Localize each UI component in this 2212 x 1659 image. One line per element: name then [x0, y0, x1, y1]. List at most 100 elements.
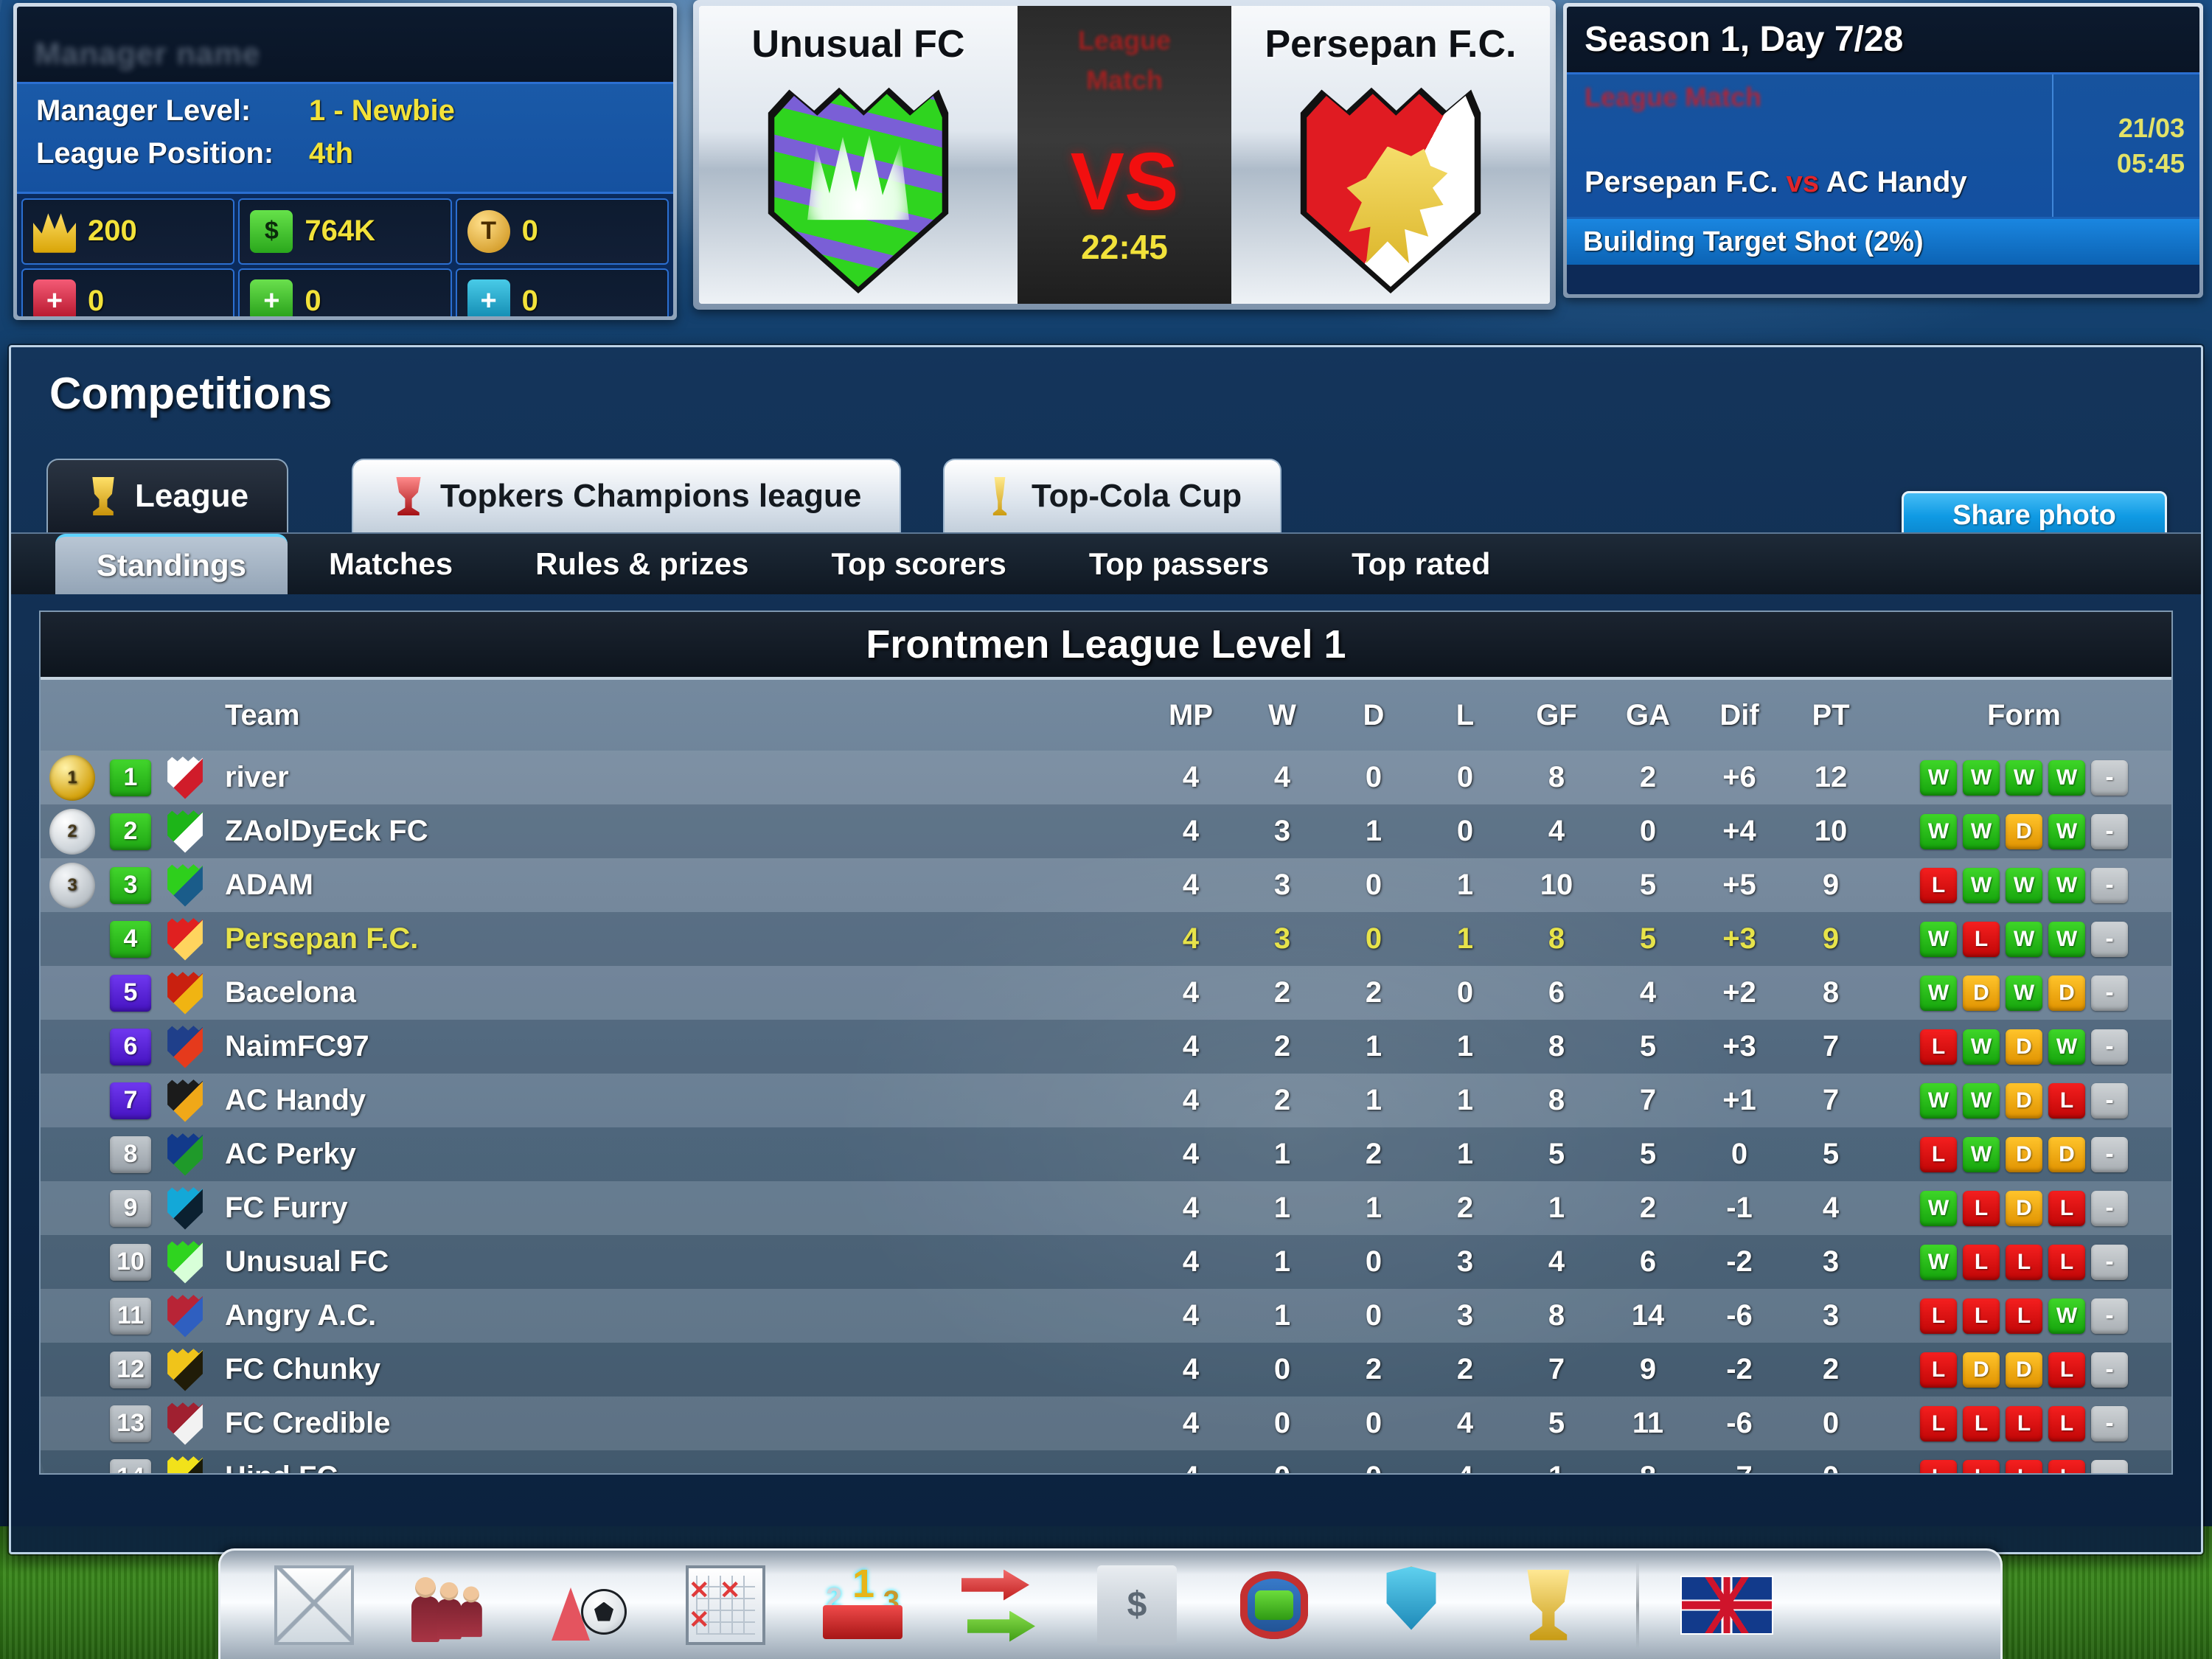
toolbar-transfers[interactable]	[931, 1557, 1068, 1653]
season-progress-bar[interactable]: Building Target Shot (2%)	[1567, 219, 2199, 265]
col-ga: GA	[1626, 698, 1670, 731]
form-chip-n: -	[2091, 1244, 2128, 1280]
form-chip-w: W	[1963, 1082, 2000, 1119]
rank-chip: 10	[110, 1243, 151, 1281]
cell-ga: 5	[1639, 1030, 1657, 1062]
rank-medal-cell	[41, 1235, 104, 1289]
league-title-bar: Frontmen League Level 1	[41, 612, 2171, 680]
table-row[interactable]: 13 FC Credible 4 0 0 4 5 11 -6 0 L L L L -	[41, 1397, 2171, 1450]
form-chip-d: D	[2006, 1136, 2042, 1172]
resource-green-kit[interactable]: + 0	[238, 268, 452, 316]
cell-d: 0	[1365, 869, 1382, 901]
team-name[interactable]: FC Chunky	[213, 1343, 1145, 1397]
rank-cell: 14	[104, 1450, 157, 1473]
cell-d: 1	[1365, 815, 1382, 847]
team-name[interactable]: Bacelona	[213, 966, 1145, 1020]
tab-top-passers[interactable]: Top passers	[1048, 534, 1310, 594]
resource-token[interactable]: T 0	[455, 198, 669, 265]
resource-cash[interactable]: $ 764K	[238, 198, 452, 265]
team-name[interactable]: Angry A.C.	[213, 1289, 1145, 1343]
toolbar-standings[interactable]: 213	[794, 1557, 931, 1653]
cell-gf: 8	[1548, 922, 1565, 955]
toolbar-inbox[interactable]	[246, 1557, 383, 1653]
cell-l: 4	[1419, 1450, 1511, 1473]
toolbar-club[interactable]	[1343, 1557, 1480, 1653]
form-chip-n: -	[2091, 1136, 2128, 1172]
tab-top-cola-cup-label: Top-Cola Cup	[1032, 478, 1242, 514]
resource-crown[interactable]: 200	[21, 198, 235, 265]
season-event[interactable]: League Match Persepan F.C. vs AC Handy	[1567, 74, 2052, 217]
cell-dif: +1	[1722, 1084, 1756, 1116]
cell-pt: 9	[1822, 922, 1840, 955]
form-chip-w: W	[1963, 867, 2000, 903]
team-name[interactable]: river	[213, 751, 1145, 804]
table-row[interactable]: 3 3 ADAM 4 3 0 1 10 5 +5 9 L W W W -	[41, 858, 2171, 912]
table-row[interactable]: 8 AC Perky 4 1 2 1 5 5 0 5 L W D D -	[41, 1127, 2171, 1181]
team-name[interactable]: Persepan F.C.	[213, 912, 1145, 966]
form-chip-w: W	[1963, 813, 2000, 849]
table-row[interactable]: 2 2 ZAolDyEck FC 4 3 1 0 4 0 +4 10 W W D W -	[41, 804, 2171, 858]
team-name[interactable]: AC Perky	[213, 1127, 1145, 1181]
tab-standings[interactable]: Standings	[55, 534, 288, 594]
tab-rules-prizes[interactable]: Rules & prizes	[494, 534, 790, 594]
red-kit-icon: +	[33, 279, 76, 316]
tab-top-scorers[interactable]: Top scorers	[790, 534, 1048, 594]
cell-ga: 5	[1639, 1138, 1657, 1170]
table-row[interactable]: 1 1 river 4 4 0 0 8 2 +6 12 W W W W -	[41, 751, 2171, 804]
home-team-cell[interactable]: Unusual FC	[699, 6, 1018, 304]
cell-mp: 4	[1182, 815, 1200, 847]
table-row[interactable]: 5 Bacelona 4 2 2 0 6 4 +2 8 W D W D -	[41, 966, 2171, 1020]
resource-red-kit[interactable]: + 0	[21, 268, 235, 316]
form-chip-w: W	[1920, 975, 1957, 1011]
form-chip-n: -	[2091, 867, 2128, 903]
form-chip-d: D	[2006, 1352, 2042, 1388]
next-match-panel[interactable]: Unusual FC League Match VS 22:45 Persepan…	[693, 0, 1556, 310]
table-row[interactable]: 11 Angry A.C. 4 1 0 3 8 14 -6 3 L L L W -	[41, 1289, 2171, 1343]
crown-value: 200	[88, 215, 137, 248]
team-name[interactable]: ZAolDyEck FC	[213, 804, 1145, 858]
form-chip-l: L	[2006, 1405, 2042, 1441]
toolbar-finances[interactable]	[1068, 1557, 1206, 1653]
resource-blue-kit[interactable]: + 0	[455, 268, 669, 316]
tab-top-rated[interactable]: Top rated	[1310, 534, 1531, 594]
team-name[interactable]: Hind FC	[213, 1450, 1145, 1473]
tab-topkers-champions-league[interactable]: Topkers Champions league	[352, 459, 902, 532]
table-row[interactable]: 12 FC Chunky 4 0 2 2 7 9 -2 2 L D D L -	[41, 1343, 2171, 1397]
cell-mp: 4	[1182, 1084, 1200, 1116]
kickoff-time: 22:45	[1081, 228, 1168, 266]
cell-pt: 5	[1822, 1138, 1840, 1170]
cell-mp: 4	[1182, 761, 1200, 793]
toolbar-training[interactable]	[520, 1557, 657, 1653]
toolbar-stadium[interactable]	[1206, 1557, 1343, 1653]
tab-league[interactable]: League	[46, 459, 289, 532]
team-name[interactable]: NaimFC97	[213, 1020, 1145, 1074]
cell-ga: 2	[1639, 761, 1657, 793]
table-row[interactable]: 9 FC Furry 4 1 1 2 1 2 -1 4 W L D L -	[41, 1181, 2171, 1235]
team-name[interactable]: ADAM	[213, 858, 1145, 912]
form-chip-n: -	[2091, 921, 2128, 957]
table-row[interactable]: 10 Unusual FC 4 1 0 3 4 6 -2 3 W L L L -	[41, 1235, 2171, 1289]
team-name[interactable]: FC Furry	[213, 1181, 1145, 1235]
team-name[interactable]: FC Credible	[213, 1397, 1145, 1450]
team-badge-cell	[157, 1397, 213, 1450]
team-name[interactable]: AC Handy	[213, 1074, 1145, 1127]
away-team-cell[interactable]: Persepan F.C.	[1231, 6, 1550, 304]
toolbar-language[interactable]	[1658, 1557, 1795, 1653]
table-row[interactable]: 7 AC Handy 4 2 1 1 8 7 +1 7 W W D L -	[41, 1074, 2171, 1127]
tab-matches[interactable]: Matches	[288, 534, 494, 594]
cell-gf: 7	[1548, 1353, 1565, 1385]
cell-pt: 0	[1785, 1450, 1877, 1473]
toolbar-trophies[interactable]	[1480, 1557, 1617, 1653]
toolbar-squad[interactable]	[383, 1557, 520, 1653]
season-progress-text: Building Target Shot (2%)	[1583, 226, 1924, 257]
cell-mp: 4	[1182, 1407, 1200, 1439]
form-chip-l: L	[1920, 1405, 1957, 1441]
toolbar-fixtures[interactable]	[657, 1557, 794, 1653]
tab-top-cola-cup[interactable]: Top-Cola Cup	[943, 459, 1282, 532]
page-title: Competitions	[49, 369, 333, 418]
table-row[interactable]: 6 NaimFC97 4 2 1 1 8 5 +3 7 L W D W -	[41, 1020, 2171, 1074]
team-name[interactable]: Unusual FC	[213, 1235, 1145, 1289]
table-row[interactable]: 14Hind FC400418-70LLLL-	[41, 1450, 2171, 1473]
table-row[interactable]: 4 Persepan F.C. 4 3 0 1 8 5 +3 9 W L W W -	[41, 912, 2171, 966]
form-cell-group: LLLL-	[1877, 1450, 2171, 1473]
